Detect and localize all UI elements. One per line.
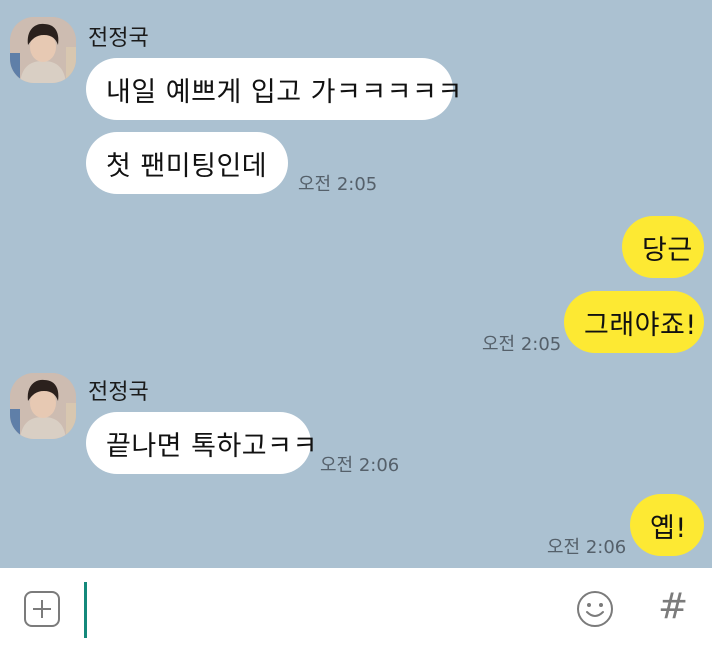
hashtag-search-button[interactable]: # <box>658 586 688 627</box>
sender-avatar[interactable] <box>10 373 76 439</box>
text-caret <box>84 582 87 638</box>
sender-avatar[interactable] <box>10 17 76 83</box>
message-timestamp: 오전 2:06 <box>547 537 627 558</box>
smiley-icon[interactable] <box>576 590 614 628</box>
outgoing-message-bubble[interactable]: 그래야죠! <box>564 291 704 353</box>
person-photo-icon <box>10 17 76 83</box>
outgoing-message-bubble[interactable]: 당근 <box>622 216 704 278</box>
message-timestamp: 오전 2:05 <box>298 174 378 195</box>
incoming-message-bubble[interactable]: 끝나면 톡하고ㅋㅋ <box>86 412 317 474</box>
message-input[interactable] <box>92 582 556 640</box>
message-timestamp: 오전 2:05 <box>482 334 562 355</box>
plus-square-icon[interactable] <box>24 591 60 627</box>
sender-name: 전정국 <box>88 26 149 51</box>
outgoing-message-bubble[interactable]: 옙! <box>630 494 704 556</box>
message-input-bar: # <box>0 568 712 652</box>
sender-name: 전정국 <box>88 380 149 405</box>
incoming-message-bubble[interactable]: 첫 팬미팅인데 <box>86 132 288 194</box>
message-timestamp: 오전 2:06 <box>320 455 400 476</box>
chat-area[interactable]: 전정국 내일 예쁘게 입고 가ㅋㅋㅋㅋㅋ 첫 팬미팅인데 오전 2:05 당근 … <box>0 0 712 568</box>
incoming-message-bubble[interactable]: 내일 예쁘게 입고 가ㅋㅋㅋㅋㅋ <box>86 58 462 120</box>
person-photo-icon <box>10 373 76 439</box>
